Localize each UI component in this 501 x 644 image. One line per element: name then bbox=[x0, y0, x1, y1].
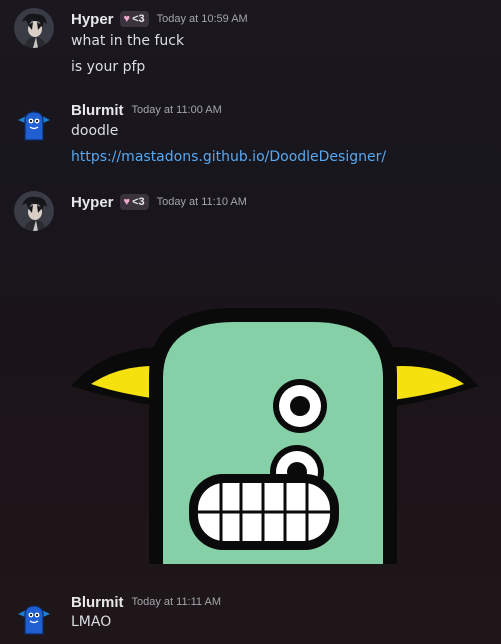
message-text: what in the fuck bbox=[71, 33, 185, 49]
heart-icon: ♥ bbox=[123, 13, 131, 25]
timestamp[interactable]: Today at 11:11 AM bbox=[132, 596, 221, 608]
timestamp[interactable]: Today at 11:10 AM bbox=[157, 196, 247, 208]
blue-monster-icon bbox=[18, 605, 50, 635]
username[interactable]: Blurmit bbox=[71, 102, 124, 119]
blue-monster-icon bbox=[18, 111, 50, 141]
blurmit-avatar[interactable] bbox=[14, 104, 54, 144]
hyper-avatar[interactable] bbox=[14, 191, 54, 231]
badge-text: <3 bbox=[132, 13, 145, 25]
role-badge[interactable]: ♥ <3 bbox=[119, 11, 149, 27]
anime-character-icon bbox=[14, 8, 54, 48]
doodle-monster-image bbox=[71, 308, 478, 564]
anime-character-icon bbox=[14, 191, 54, 231]
message-text: LMAO bbox=[71, 614, 112, 630]
message-link[interactable]: https://mastadons.github.io/DoodleDesign… bbox=[71, 149, 386, 165]
heart-icon: ♥ bbox=[123, 196, 131, 208]
username[interactable]: Hyper bbox=[71, 11, 114, 28]
hyper-avatar[interactable] bbox=[14, 8, 54, 48]
image-attachment[interactable] bbox=[71, 270, 501, 564]
timestamp[interactable]: Today at 10:59 AM bbox=[157, 13, 248, 25]
badge-text: <3 bbox=[132, 196, 145, 208]
username[interactable]: Hyper bbox=[71, 194, 114, 211]
blurmit-avatar[interactable] bbox=[14, 598, 54, 638]
message-text: doodle bbox=[71, 123, 119, 139]
role-badge[interactable]: ♥ <3 bbox=[119, 194, 149, 210]
timestamp[interactable]: Today at 11:00 AM bbox=[132, 104, 222, 116]
username[interactable]: Blurmit bbox=[71, 594, 124, 611]
message-text: is your pfp bbox=[71, 59, 146, 75]
